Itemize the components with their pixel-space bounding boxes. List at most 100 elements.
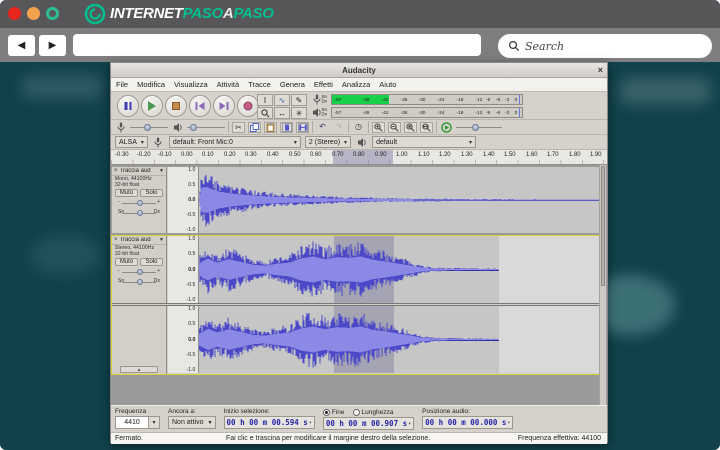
vertical-scrollbar[interactable] [599,165,606,405]
timeline-ruler[interactable]: -0.30 -0.20 -0.10 0.00 0.10 0.20 0.30 0.40 0.50 0… [111,150,607,165]
clock-icon: ◷ [355,121,362,131]
track-2-mute-button[interactable]: Muto [115,258,138,266]
menu-file[interactable]: File [116,80,128,89]
zoom-tool-button[interactable] [257,107,273,119]
track-2-right-waveform-area[interactable] [199,306,599,373]
track-2-left-waveform-area[interactable] [199,236,599,303]
address-bar[interactable] [73,34,481,56]
meter-scale-label: -9 [485,97,491,103]
selection-end-field[interactable]: 00 h 00 m 00.907 s ▾ [322,417,415,430]
pause-button[interactable] [117,95,139,117]
audio-host-dropdown[interactable]: ALSA ▾ [115,136,148,148]
playback-meter[interactable]: Sn Dx -57 -48 -42 -36 -30 -24 -18 -12 -9 -6 -3 0 [313,106,523,119]
fit-selection-button[interactable] [404,121,417,133]
menu-tracce[interactable]: Tracce [248,80,271,89]
selection-start-value: 00 h 00 m 00.594 s [226,418,308,427]
track-2-name[interactable]: Traccia aud [120,237,158,243]
track-1-pan-slider[interactable]: Sn Dx [118,209,160,218]
audio-position-value: 00 h 00 m 00.000 s [425,418,507,427]
track-1-gain-slider[interactable]: - + [118,199,160,208]
chevron-down-icon: ▾ [293,139,297,146]
track-1-solo-button[interactable]: Solo [140,189,163,197]
track-2-solo-button[interactable]: Solo [140,258,163,266]
undo-button[interactable]: ↶ [316,122,329,133]
track-1-waveform-area[interactable] [199,167,599,233]
zoom-out-button[interactable] [388,121,401,133]
project-rate-dropdown[interactable]: 4410 ▾ [115,416,160,429]
track-1-vertical-scale[interactable]: 1.0 0.5 0.0 -0.5 -1.0 [168,167,199,233]
record-button[interactable] [237,95,259,117]
amplitude-label: 0.5 [187,182,195,188]
track-1-mute-button[interactable]: Muto [115,189,138,197]
selection-tool-button[interactable]: I [257,94,273,106]
audio-position-field[interactable]: 00 h 00 m 00.000 s ▾ [422,416,514,429]
playback-device-dropdown[interactable]: default ▾ [372,136,477,148]
copy-button[interactable] [248,121,261,133]
internet-paso-a-paso-logo-icon [84,3,106,25]
traffic-light-red[interactable] [8,7,21,20]
menu-attività[interactable]: Attività [217,80,240,89]
track-2-left-vertical-scale[interactable]: 1.0 0.5 0.0 -0.5 -1.0 [168,236,199,303]
playback-speed-slider[interactable] [456,123,502,132]
traffic-light-orange[interactable] [27,7,40,20]
track-1-name[interactable]: Traccia aud [120,168,158,174]
radio-fine[interactable]: Fine [322,408,345,416]
draw-tool-button[interactable]: ✎ [291,94,307,106]
amplitude-label: -0.5 [186,212,195,218]
selection-start-field[interactable]: 00 h 00 m 00.594 s ▾ [223,416,315,429]
scrollbar-thumb[interactable] [601,166,605,286]
skip-to-end-button[interactable] [213,95,235,117]
timeshift-tool-button[interactable]: ↔ [274,107,290,119]
snap-to-dropdown[interactable]: Non attivo ▾ [168,416,216,429]
sync-lock-button[interactable]: ◷ [352,122,365,133]
recording-channels-dropdown[interactable]: 2 (Stereo) ▾ [304,136,352,148]
output-volume-slider[interactable] [187,123,225,132]
stop-button[interactable] [165,95,187,117]
track-1-close-button[interactable]: × [114,168,118,174]
track-2-collapse-button[interactable]: ▴ [120,366,158,373]
menu-aiuto[interactable]: Aiuto [379,80,396,89]
recording-device-dropdown[interactable]: default: Front Mic:0 ▾ [168,136,301,148]
zoom-in-button[interactable] [372,121,385,133]
window-titlebar[interactable]: Audacity × [111,63,607,78]
track-2-gain-slider[interactable]: - + [118,268,160,277]
menu-effetti[interactable]: Effetti [314,80,333,89]
play-button[interactable] [141,95,163,117]
multi-tool-button[interactable]: ✳ [291,107,307,119]
window-close-button[interactable]: × [598,63,603,78]
menu-analizza[interactable]: Analizza [342,80,370,89]
search-box[interactable]: Search [498,34,712,58]
track-2-close-button[interactable]: × [114,237,118,243]
project-rate-group: Frequenza 4410 ▾ [115,408,160,432]
track-2-right-vertical-scale[interactable]: 1.0 0.5 0.0 -0.5 -1.0 [168,306,199,373]
stop-icon [172,102,180,110]
meter-scale-label: -48 [362,110,370,116]
cut-button[interactable]: ✂ [232,121,245,133]
ruler-tick-label: 0.30 [245,151,257,158]
recording-meter[interactable]: Sn Dx -57 -48 -42 -36 -30 -24 -18 -12 -9 -6 -3 0 [313,93,523,106]
track-2-menu-icon[interactable]: ▼ [159,237,164,243]
paste-button[interactable] [264,121,277,133]
ruler-tick-label: 0.20 [223,151,236,158]
device-speaker-icon [355,137,368,148]
back-button[interactable]: ◀ [8,35,35,56]
envelope-tool-button[interactable]: ∿ [274,94,290,106]
ruler-tick-label: 0.00 [180,151,193,158]
play-at-speed-button[interactable] [440,121,453,133]
menu-modifica[interactable]: Modifica [137,80,165,89]
track-2-pan-slider[interactable]: Sn Dx [118,278,160,287]
site-logo-text[interactable]: INTERNETPASOAPASO [110,5,274,22]
forward-button[interactable]: ▶ [39,35,66,56]
traffic-light-green[interactable] [46,7,59,20]
radio-lunghezza[interactable]: Lunghezza [352,408,393,416]
track-1-menu-icon[interactable]: ▼ [159,168,164,174]
redo-button[interactable]: ↷ [332,122,345,133]
input-volume-slider[interactable] [130,123,168,132]
menu-visualizza[interactable]: Visualizza [174,80,208,89]
chevron-down-icon: ▾ [149,416,160,429]
skip-to-start-button[interactable] [189,95,211,117]
menu-genera[interactable]: Genera [280,80,305,89]
silence-button[interactable] [296,121,309,133]
trim-button[interactable] [280,121,293,133]
fit-project-button[interactable] [420,121,433,133]
